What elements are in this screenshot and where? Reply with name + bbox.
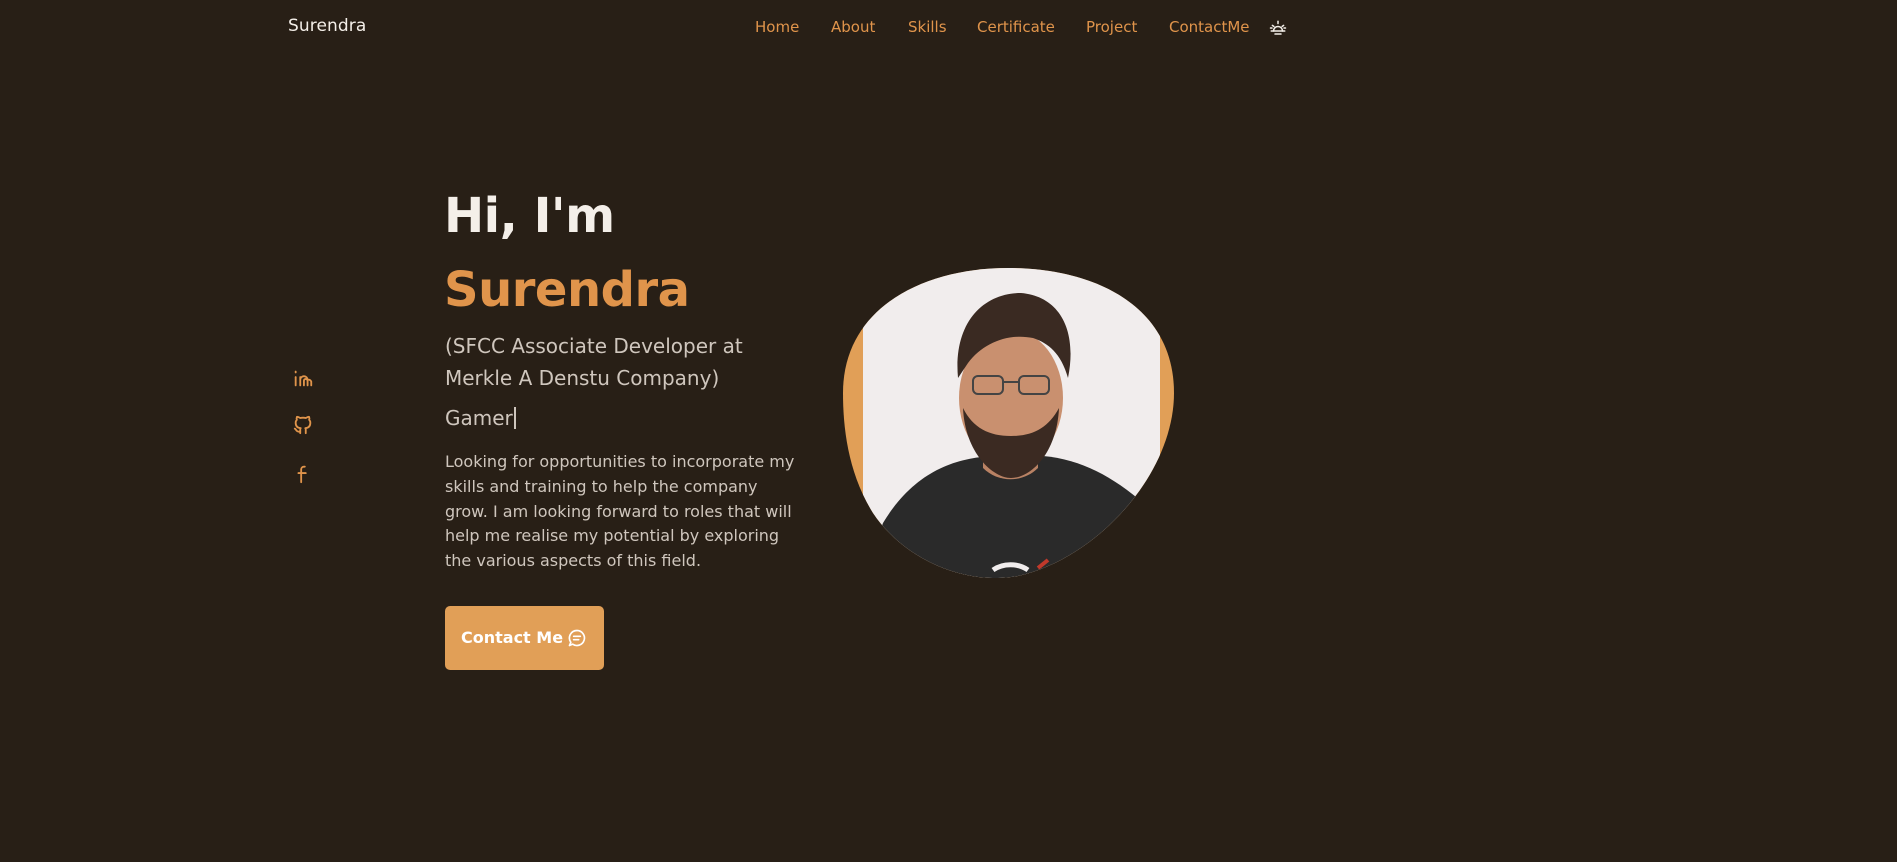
linkedin-link[interactable] [292,367,314,389]
typing-text: Gamer [445,406,513,430]
typing-text-container: Gamer [445,406,516,430]
theme-toggle-button[interactable] [1269,19,1287,37]
sun-icon [1269,20,1287,35]
linkedin-icon [294,370,313,387]
nav-certificate[interactable]: Certificate [977,18,1055,36]
nav-skills[interactable]: Skills [908,18,947,36]
hero-role: (SFCC Associate Developer at Merkle A De… [445,334,743,390]
hero-greeting: Hi, I'm [444,188,615,244]
facebook-icon [297,465,307,484]
nav-contactme[interactable]: ContactMe [1169,18,1250,36]
nav-project[interactable]: Project [1086,18,1137,36]
message-icon [567,628,587,648]
hero-description: Looking for opportunities to incorporate… [445,452,795,571]
page: Surendra Home About Skills Certificate P… [0,0,1568,713]
github-icon [293,415,312,435]
nav-about[interactable]: About [831,18,875,36]
contact-me-button[interactable]: Contact Me [445,606,604,670]
facebook-link[interactable] [292,463,314,485]
contact-me-label: Contact Me [461,628,564,647]
hero-name: Surendra [444,262,690,318]
typing-caret [513,407,516,429]
nav-home[interactable]: Home [755,18,799,36]
github-link[interactable] [292,414,314,436]
profile-picture [843,268,1174,578]
nav-menu: Home About Skills Certificate Project Co… [0,18,1568,40]
